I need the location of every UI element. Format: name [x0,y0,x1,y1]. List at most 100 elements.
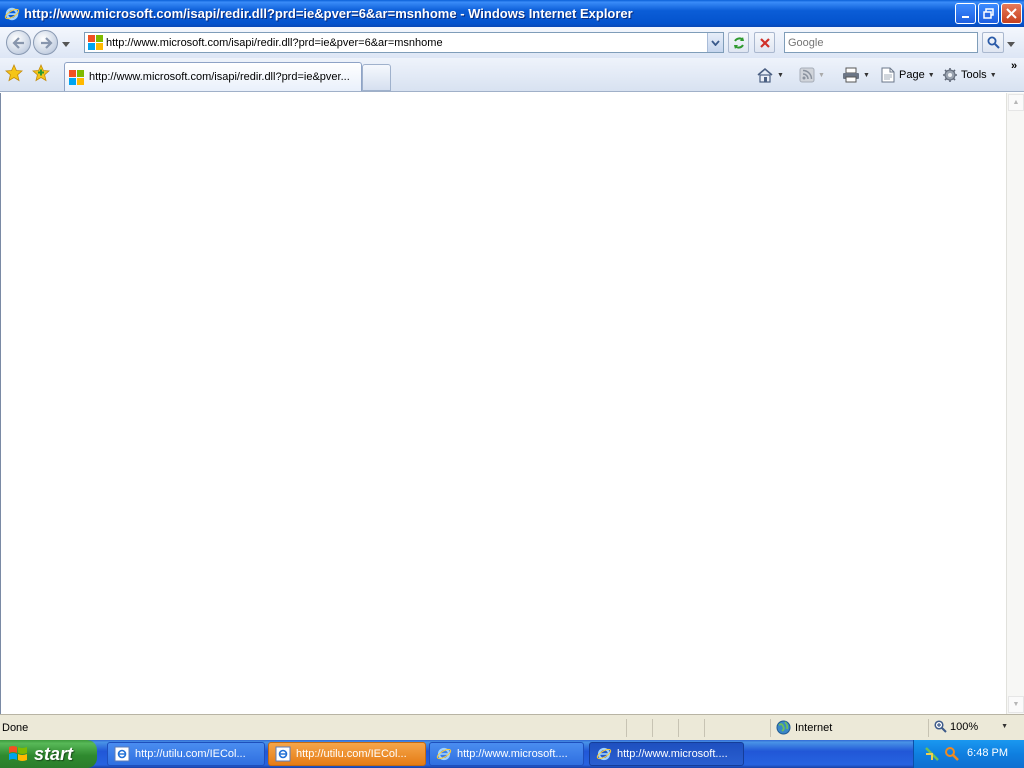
restore-icon [983,8,994,19]
add-favorites-button[interactable] [32,63,50,85]
taskbar-item-label: http://utilu.com/IECol... [135,748,246,760]
scroll-down-button[interactable]: ▼ [1008,696,1024,713]
start-button[interactable]: start [0,740,97,768]
address-field[interactable]: http://www.microsoft.com/isapi/redir.dll… [106,37,443,49]
search-input[interactable] [785,33,977,52]
print-button[interactable]: ▼ [842,64,870,86]
taskbar-item-label: http://www.microsoft.... [457,748,568,760]
globe-icon [776,720,791,735]
clock[interactable]: 6:48 PM [967,747,1008,759]
chevron-down-icon [711,39,720,46]
page-icon [881,67,895,83]
gear-icon [943,68,957,82]
recent-pages-dropdown[interactable] [62,39,70,51]
minimize-icon [961,15,969,18]
window-title: http://www.microsoft.com/isapi/redir.dll… [24,6,633,21]
tools-menu-button[interactable]: Tools ▼ [942,64,997,86]
home-icon [757,67,773,83]
search-tray-icon[interactable] [944,746,960,762]
status-divider [626,719,627,737]
security-zone[interactable]: Internet [776,720,832,735]
back-arrow-icon [11,36,24,49]
ie-logo-icon [596,747,612,761]
status-divider [678,719,679,737]
taskbar-item[interactable]: http://utilu.com/IECol... [107,742,265,766]
windows-flag-icon [9,746,27,761]
navigation-bar: http://www.microsoft.com/isapi/redir.dll… [0,27,1024,58]
start-label: start [34,743,74,764]
vertical-scrollbar[interactable]: ▲ ▼ [1006,93,1024,714]
chevron-down-icon [1007,42,1015,47]
stop-button[interactable] [754,32,775,53]
windows-favicon-icon [88,35,103,50]
scroll-up-button[interactable]: ▲ [1008,94,1024,111]
forward-button[interactable] [33,30,58,55]
ie-page-icon [275,746,291,762]
page-menu-label: Page [899,69,925,81]
forward-arrow-icon [40,36,53,49]
refresh-button[interactable] [728,32,749,53]
minimize-button[interactable] [955,3,976,24]
chevron-down-icon: ▼ [1001,723,1009,730]
refresh-icon [733,36,744,49]
network-icon[interactable] [924,746,940,762]
magnifier-icon [987,36,1000,49]
close-icon [1006,8,1017,19]
triangle-up-icon: ▲ [1012,99,1020,106]
address-bar[interactable]: http://www.microsoft.com/isapi/redir.dll… [84,32,724,53]
status-divider [928,719,929,737]
close-button[interactable] [1001,3,1022,24]
toolbar-overflow-button[interactable]: » [1011,60,1017,72]
page-menu-button[interactable]: Page ▼ [880,64,935,86]
home-button[interactable]: ▼ [756,64,784,86]
favorites-center-button[interactable] [5,63,23,85]
search-options-dropdown[interactable] [1007,39,1015,51]
taskbar-item[interactable]: http://www.microsoft.... [429,742,584,766]
zoom-control[interactable]: 100% ▼ [934,720,1008,733]
windows-favicon-icon [69,69,84,85]
ie-logo-icon [4,7,20,20]
tab-active[interactable]: http://www.microsoft.com/isapi/redir.dll… [64,62,362,91]
chevron-down-icon [62,42,70,47]
title-bar[interactable]: http://www.microsoft.com/isapi/redir.dll… [0,0,1024,27]
tab-label: http://www.microsoft.com/isapi/redir.dll… [89,71,350,83]
favorites-star-icon [5,63,23,82]
status-divider [652,719,653,737]
status-text: Done [2,722,29,734]
printer-icon [843,67,859,83]
stop-icon [759,37,770,48]
chevron-down-icon: ▼ [777,71,784,79]
new-tab-button[interactable] [362,64,391,91]
status-divider [704,719,705,737]
status-bar: Done Internet 100% ▼ [0,714,1024,740]
status-divider [770,719,771,737]
zoom-level: 100% [950,720,979,733]
chevron-down-icon: ▼ [818,71,825,79]
taskbar-item-label: http://www.microsoft.... [617,748,728,760]
address-dropdown-button[interactable] [707,33,723,52]
tools-menu-label: Tools [961,69,987,81]
ie-logo-icon [436,747,452,761]
taskbar-item[interactable]: http://utilu.com/IECol... [268,742,426,766]
system-tray: 6:48 PM [913,740,1024,768]
chevron-down-icon: ▼ [863,71,870,79]
triangle-down-icon: ▼ [1012,701,1020,708]
taskbar: start http://utilu.com/IECol... http://u… [0,740,1024,768]
zone-label: Internet [795,721,833,734]
back-button[interactable] [6,30,31,55]
restore-button[interactable] [978,3,999,24]
tab-bar: http://www.microsoft.com/isapi/redir.dll… [0,58,1024,92]
page-content[interactable] [0,93,1006,714]
feeds-button[interactable]: ▼ [799,64,825,86]
zoom-magnifier-icon [934,720,947,733]
search-button[interactable] [982,32,1004,53]
rss-feed-icon [799,67,815,83]
search-box[interactable] [784,32,978,53]
taskbar-item-label: http://utilu.com/IECol... [296,748,407,760]
chevron-down-icon: ▼ [989,71,997,79]
taskbar-item[interactable]: http://www.microsoft.... [589,742,744,766]
ie-page-icon [114,746,130,762]
double-chevron-right-icon: » [1011,60,1018,72]
chevron-down-icon: ▼ [927,71,935,79]
add-favorite-icon [32,63,50,82]
